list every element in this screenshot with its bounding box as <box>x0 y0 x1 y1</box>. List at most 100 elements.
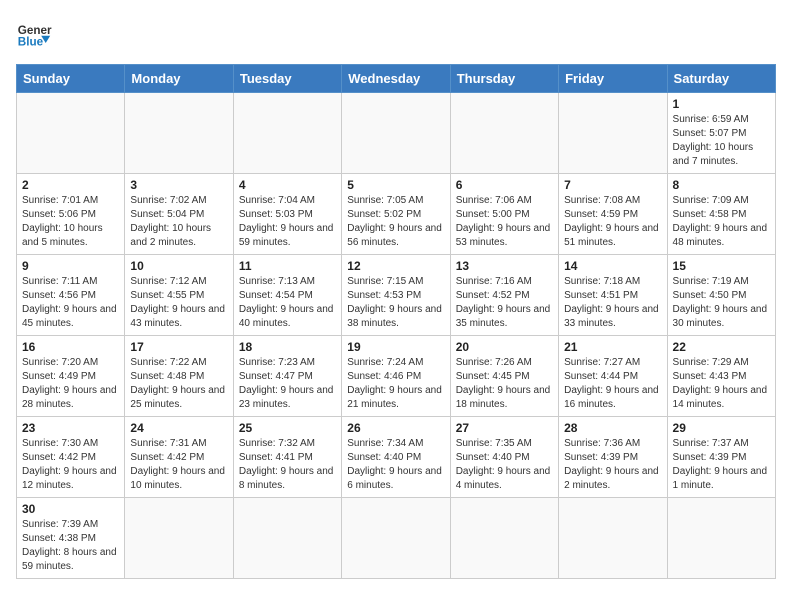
calendar-day-cell <box>559 498 667 579</box>
day-number: 14 <box>564 259 661 273</box>
calendar-day-cell <box>559 93 667 174</box>
day-info: Sunrise: 7:06 AM Sunset: 5:00 PM Dayligh… <box>456 194 553 250</box>
day-number: 8 <box>673 178 770 192</box>
day-info: Sunrise: 7:35 AM Sunset: 4:40 PM Dayligh… <box>456 437 553 493</box>
weekday-header: Thursday <box>450 65 558 93</box>
calendar-day-cell: 4Sunrise: 7:04 AM Sunset: 5:03 PM Daylig… <box>233 174 341 255</box>
day-number: 30 <box>22 502 119 516</box>
calendar-header-row: SundayMondayTuesdayWednesdayThursdayFrid… <box>17 65 776 93</box>
calendar-day-cell <box>450 93 558 174</box>
calendar-week-row: 9 Sunrise: 7:11 AM Sunset: 4:56 PM Daylig… <box>17 255 776 336</box>
calendar-day-cell <box>342 93 450 174</box>
calendar-day-cell: 22Sunrise: 7:29 AM Sunset: 4:43 PM Dayli… <box>667 336 775 417</box>
day-info: Sunrise: 7:29 AM Sunset: 4:43 PM Dayligh… <box>673 356 770 412</box>
calendar-day-cell: 12 Sunrise: 7:15 AM Sunset: 4:53 PM Dayli… <box>342 255 450 336</box>
day-info: Sunrise: 7:08 AM Sunset: 4:59 PM Dayligh… <box>564 194 661 250</box>
day-info: Sunrise: 7:12 AM Sunset: 4:55 PM Dayligh… <box>130 275 227 331</box>
calendar-day-cell <box>125 93 233 174</box>
day-number: 3 <box>130 178 227 192</box>
day-info: Sunrise: 7:15 AM Sunset: 4:53 PM Dayligh… <box>347 275 444 331</box>
calendar-day-cell: 1 Sunrise: 6:59 AM Sunset: 5:07 PM Daylig… <box>667 93 775 174</box>
calendar-day-cell: 18 Sunrise: 7:23 AM Sunset: 4:47 PM Dayli… <box>233 336 341 417</box>
day-info: Sunrise: 7:02 AM Sunset: 5:04 PM Dayligh… <box>130 194 227 250</box>
logo: General Blue <box>16 16 52 52</box>
day-number: 16 <box>22 340 119 354</box>
calendar-week-row: 30 Sunrise: 7:39 AM Sunset: 4:38 PM Dayli… <box>17 498 776 579</box>
day-info: Sunrise: 7:05 AM Sunset: 5:02 PM Dayligh… <box>347 194 444 250</box>
day-info: Sunrise: 7:32 AM Sunset: 4:41 PM Dayligh… <box>239 437 336 493</box>
day-info: Sunrise: 7:19 AM Sunset: 4:50 PM Dayligh… <box>673 275 770 331</box>
calendar-week-row: 2 Sunrise: 7:01 AM Sunset: 5:06 PM Daylig… <box>17 174 776 255</box>
day-info: Sunrise: 7:34 AM Sunset: 4:40 PM Dayligh… <box>347 437 444 493</box>
calendar-day-cell: 5 Sunrise: 7:05 AM Sunset: 5:02 PM Daylig… <box>342 174 450 255</box>
calendar-day-cell: 3 Sunrise: 7:02 AM Sunset: 5:04 PM Daylig… <box>125 174 233 255</box>
calendar-day-cell: 10 Sunrise: 7:12 AM Sunset: 4:55 PM Dayli… <box>125 255 233 336</box>
day-number: 4 <box>239 178 336 192</box>
calendar-day-cell: 2 Sunrise: 7:01 AM Sunset: 5:06 PM Daylig… <box>17 174 125 255</box>
calendar-day-cell <box>233 498 341 579</box>
day-number: 12 <box>347 259 444 273</box>
calendar-day-cell: 15 Sunrise: 7:19 AM Sunset: 4:50 PM Dayli… <box>667 255 775 336</box>
weekday-header: Sunday <box>17 65 125 93</box>
calendar-table: SundayMondayTuesdayWednesdayThursdayFrid… <box>16 64 776 579</box>
calendar-day-cell: 24 Sunrise: 7:31 AM Sunset: 4:42 PM Dayli… <box>125 417 233 498</box>
calendar-day-cell: 27Sunrise: 7:35 AM Sunset: 4:40 PM Dayli… <box>450 417 558 498</box>
calendar-day-cell: 25 Sunrise: 7:32 AM Sunset: 4:41 PM Dayli… <box>233 417 341 498</box>
weekday-header: Friday <box>559 65 667 93</box>
day-number: 18 <box>239 340 336 354</box>
day-number: 15 <box>673 259 770 273</box>
day-info: Sunrise: 7:31 AM Sunset: 4:42 PM Dayligh… <box>130 437 227 493</box>
calendar-day-cell: 9 Sunrise: 7:11 AM Sunset: 4:56 PM Daylig… <box>17 255 125 336</box>
calendar-week-row: 1 Sunrise: 6:59 AM Sunset: 5:07 PM Daylig… <box>17 93 776 174</box>
day-info: Sunrise: 7:16 AM Sunset: 4:52 PM Dayligh… <box>456 275 553 331</box>
calendar-day-cell <box>125 498 233 579</box>
day-info: Sunrise: 7:11 AM Sunset: 4:56 PM Dayligh… <box>22 275 119 331</box>
day-info: Sunrise: 7:36 AM Sunset: 4:39 PM Dayligh… <box>564 437 661 493</box>
calendar-day-cell: 20Sunrise: 7:26 AM Sunset: 4:45 PM Dayli… <box>450 336 558 417</box>
calendar-day-cell: 17Sunrise: 7:22 AM Sunset: 4:48 PM Dayli… <box>125 336 233 417</box>
day-number: 1 <box>673 97 770 111</box>
calendar-day-cell <box>233 93 341 174</box>
calendar-day-cell: 21Sunrise: 7:27 AM Sunset: 4:44 PM Dayli… <box>559 336 667 417</box>
day-number: 17 <box>130 340 227 354</box>
logo-icon: General Blue <box>16 16 52 52</box>
day-info: Sunrise: 7:24 AM Sunset: 4:46 PM Dayligh… <box>347 356 444 412</box>
weekday-header: Tuesday <box>233 65 341 93</box>
day-number: 9 <box>22 259 119 273</box>
calendar-day-cell: 29 Sunrise: 7:37 AM Sunset: 4:39 PM Dayli… <box>667 417 775 498</box>
day-number: 29 <box>673 421 770 435</box>
weekday-header: Wednesday <box>342 65 450 93</box>
calendar-day-cell: 19Sunrise: 7:24 AM Sunset: 4:46 PM Dayli… <box>342 336 450 417</box>
day-info: Sunrise: 7:37 AM Sunset: 4:39 PM Dayligh… <box>673 437 770 493</box>
calendar-day-cell: 13Sunrise: 7:16 AM Sunset: 4:52 PM Dayli… <box>450 255 558 336</box>
calendar-day-cell <box>667 498 775 579</box>
calendar-day-cell <box>450 498 558 579</box>
day-number: 5 <box>347 178 444 192</box>
page-header: General Blue <box>16 16 776 52</box>
calendar-day-cell: 30 Sunrise: 7:39 AM Sunset: 4:38 PM Dayli… <box>17 498 125 579</box>
day-number: 25 <box>239 421 336 435</box>
day-number: 24 <box>130 421 227 435</box>
day-number: 6 <box>456 178 553 192</box>
day-info: Sunrise: 7:18 AM Sunset: 4:51 PM Dayligh… <box>564 275 661 331</box>
calendar-day-cell: 14 Sunrise: 7:18 AM Sunset: 4:51 PM Dayli… <box>559 255 667 336</box>
calendar-day-cell <box>342 498 450 579</box>
calendar-day-cell: 6 Sunrise: 7:06 AM Sunset: 5:00 PM Daylig… <box>450 174 558 255</box>
day-number: 2 <box>22 178 119 192</box>
day-info: Sunrise: 7:01 AM Sunset: 5:06 PM Dayligh… <box>22 194 119 250</box>
calendar-week-row: 16Sunrise: 7:20 AM Sunset: 4:49 PM Dayli… <box>17 336 776 417</box>
calendar-day-cell: 28 Sunrise: 7:36 AM Sunset: 4:39 PM Dayli… <box>559 417 667 498</box>
day-info: Sunrise: 7:39 AM Sunset: 4:38 PM Dayligh… <box>22 518 119 574</box>
day-info: Sunrise: 7:30 AM Sunset: 4:42 PM Dayligh… <box>22 437 119 493</box>
day-info: Sunrise: 7:23 AM Sunset: 4:47 PM Dayligh… <box>239 356 336 412</box>
weekday-header: Saturday <box>667 65 775 93</box>
day-number: 28 <box>564 421 661 435</box>
calendar-day-cell: 8Sunrise: 7:09 AM Sunset: 4:58 PM Daylig… <box>667 174 775 255</box>
day-number: 10 <box>130 259 227 273</box>
day-number: 26 <box>347 421 444 435</box>
day-number: 23 <box>22 421 119 435</box>
calendar-day-cell: 16Sunrise: 7:20 AM Sunset: 4:49 PM Dayli… <box>17 336 125 417</box>
day-info: Sunrise: 6:59 AM Sunset: 5:07 PM Dayligh… <box>673 113 770 169</box>
day-number: 7 <box>564 178 661 192</box>
day-info: Sunrise: 7:13 AM Sunset: 4:54 PM Dayligh… <box>239 275 336 331</box>
